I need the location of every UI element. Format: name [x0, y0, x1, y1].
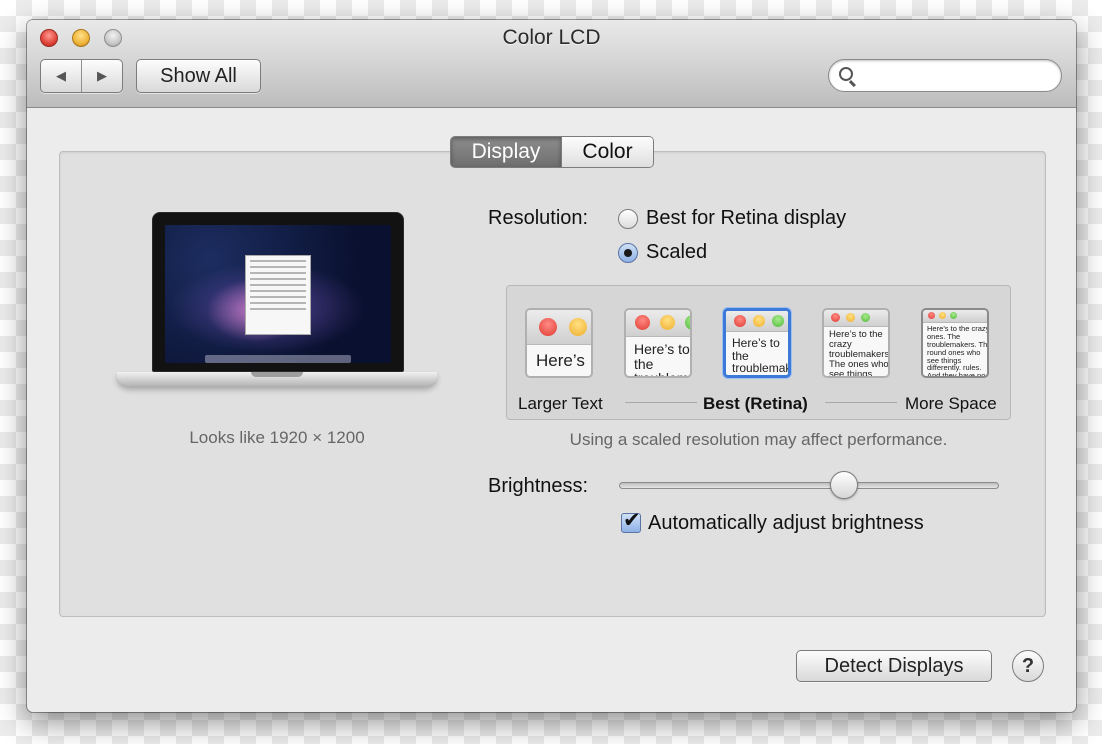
more-space-label: More Space	[905, 394, 997, 413]
preview-green-dot-icon	[950, 312, 957, 319]
preview-text: Here’s to the troublemakers.	[634, 341, 690, 376]
auto-brightness-checkbox[interactable]	[621, 508, 641, 533]
scale-option-best-retina[interactable]: Here’s to the troublemakers, ones who	[723, 308, 791, 378]
resolution-looks-like: Looks like 1920 × 1200	[189, 428, 365, 447]
preview-yellow-dot-icon	[660, 315, 675, 330]
preview-green-dot-icon	[861, 313, 870, 322]
brightness-label: Brightness:	[488, 475, 589, 497]
preview-red-dot-icon	[539, 318, 557, 336]
help-button[interactable]: ?	[1012, 650, 1044, 682]
best-for-retina-label[interactable]: Best for Retina display	[646, 207, 846, 230]
title-bar: Color LCD ◀ ▶ Show All	[27, 20, 1076, 108]
preview-yellow-dot-icon	[939, 312, 946, 319]
performance-note: Using a scaled resolution may affect per…	[569, 430, 948, 449]
scale-divider-right	[825, 402, 897, 403]
back-forward-control: ◀ ▶	[40, 59, 123, 93]
resolution-label: Resolution:	[488, 207, 589, 229]
laptop-image	[117, 210, 437, 400]
search-icon	[839, 67, 853, 81]
show-all-button[interactable]: Show All	[136, 59, 261, 93]
brightness-slider-track[interactable]	[619, 482, 999, 489]
preview-yellow-dot-icon	[846, 313, 855, 322]
auto-brightness-label[interactable]: Automatically adjust brightness	[648, 512, 924, 535]
scaled-resolution-chooser: Here’s Here’s to the troublemakers. Here…	[506, 285, 1011, 420]
laptop-notch	[251, 372, 303, 377]
tab-color[interactable]: Color	[561, 137, 653, 167]
preview-yellow-dot-icon	[753, 315, 765, 327]
preview-text: Here’s to the crazy ones. The troublemak…	[927, 324, 989, 378]
scale-option-2[interactable]: Here’s to the troublemakers.	[624, 308, 692, 378]
tab-bar: Display Color	[450, 136, 654, 168]
preview-text: Here’s to the troublemakers, ones who	[732, 336, 791, 376]
back-arrow-icon[interactable]: ◀	[41, 60, 81, 92]
preview-red-dot-icon	[831, 313, 840, 322]
radio-scaled[interactable]	[618, 243, 638, 263]
preview-red-dot-icon	[635, 315, 650, 330]
preferences-window: Color LCD ◀ ▶ Show All Display Color Loo…	[27, 20, 1076, 712]
preview-yellow-dot-icon	[569, 318, 587, 336]
scale-option-larger-text[interactable]: Here’s	[525, 308, 593, 378]
radio-best-for-retina[interactable]	[618, 209, 638, 229]
preview-text: Here’s	[536, 351, 585, 370]
scale-option-4[interactable]: Here’s to the crazy troublemakers. The o…	[822, 308, 890, 378]
search-field[interactable]	[828, 59, 1062, 92]
laptop-lid	[152, 212, 404, 372]
scale-option-more-space[interactable]: Here’s to the crazy ones. The troublemak…	[921, 308, 989, 378]
laptop-screen-dock	[205, 355, 351, 363]
window-title: Color LCD	[502, 26, 601, 49]
forward-arrow-icon[interactable]: ▶	[82, 60, 122, 92]
preview-green-dot-icon	[772, 315, 784, 327]
search-input[interactable]	[861, 64, 1055, 89]
brightness-slider-knob[interactable]	[830, 471, 858, 499]
laptop-screen-window	[245, 255, 311, 335]
larger-text-label: Larger Text	[518, 394, 603, 413]
preview-red-dot-icon	[734, 315, 746, 327]
tab-display[interactable]: Display	[451, 137, 561, 167]
scaled-label[interactable]: Scaled	[646, 241, 707, 264]
laptop-screen	[165, 225, 391, 363]
preview-text: Here’s to the crazy troublemakers. The o…	[829, 329, 890, 378]
preview-red-dot-icon	[928, 312, 935, 319]
best-retina-label: Best (Retina)	[703, 394, 808, 413]
scale-divider-left	[625, 402, 697, 403]
detect-displays-button[interactable]: Detect Displays	[796, 650, 992, 682]
